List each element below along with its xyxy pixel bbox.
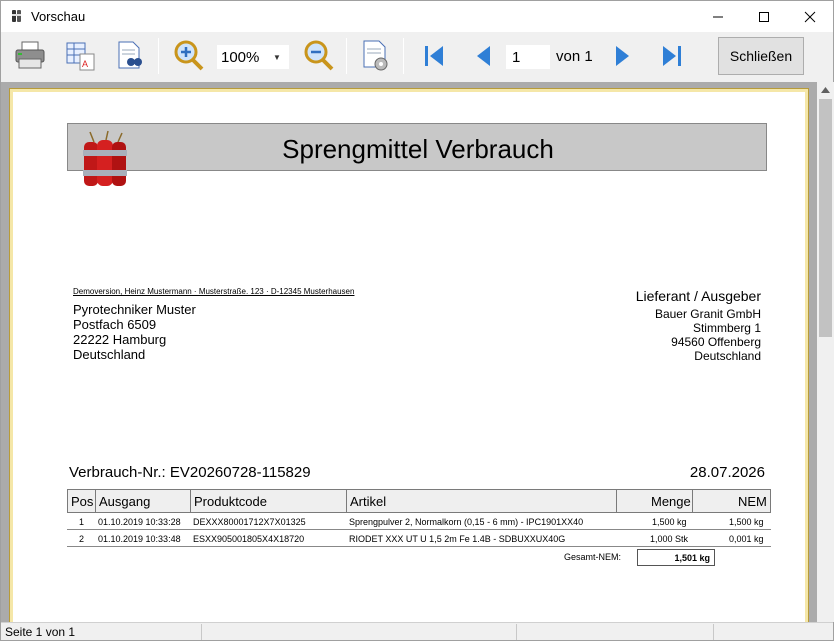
recipient-line: 22222 Hamburg	[73, 332, 167, 347]
col-artikel: Artikel	[350, 494, 387, 509]
prev-page-icon	[477, 46, 490, 66]
supplier-line: Deutschland	[694, 349, 761, 363]
page-frame: Sprengmittel Verbrauch Demoversion, Hein…	[9, 88, 809, 622]
toolbar-separator	[346, 38, 347, 74]
next-page-icon	[616, 46, 629, 66]
page-setup-icon	[363, 40, 388, 71]
cell-nem: 0,001 kg	[729, 534, 764, 544]
page-search-button[interactable]	[112, 38, 148, 74]
cell-artikel: RIODET XXX UT U 1,5 2m Fe 1.4B - SDBUXXU…	[349, 534, 566, 544]
page-number-input[interactable]: 1	[506, 45, 550, 69]
col-nem: NEM	[738, 494, 767, 509]
cell-menge: 1,500 kg	[652, 517, 687, 527]
recipient-line: Pyrotechniker Muster	[73, 302, 196, 317]
first-page-button[interactable]	[416, 38, 452, 74]
last-page-button[interactable]	[654, 38, 690, 74]
maximize-button[interactable]	[741, 1, 787, 32]
app-icon	[12, 10, 21, 22]
status-divider	[201, 624, 202, 640]
scrollbar-thumb[interactable]	[819, 99, 832, 337]
export-pdf-icon	[118, 41, 142, 69]
table-row: 1 01.10.2019 10:33:28 DEXXX80001712X7X01…	[67, 513, 771, 530]
recipient-address: Pyrotechniker Muster Postfach 6509 22222…	[73, 302, 196, 362]
report-page: Sprengmittel Verbrauch Demoversion, Hein…	[13, 92, 805, 622]
next-page-button[interactable]	[604, 38, 640, 74]
col-ausgang: Ausgang	[99, 494, 151, 509]
print-button[interactable]	[12, 38, 48, 74]
cell-produktcode: ESXX905001805X4X18720	[193, 534, 305, 544]
toolbar: A 100% ▼ 1 von 1 Schließen	[1, 32, 833, 82]
status-divider	[516, 624, 517, 640]
items-table: Pos Ausgang Produktcode Artikel Menge NE…	[67, 489, 771, 547]
zoom-select[interactable]: 100% ▼	[217, 45, 289, 69]
zoom-in-icon	[174, 40, 204, 71]
status-page-info: Seite 1 von 1	[5, 625, 76, 639]
col-produktcode: Produktcode	[194, 494, 267, 509]
supplier-line: 94560 Offenberg	[671, 335, 761, 349]
supplier-line: Stimmberg 1	[692, 321, 761, 335]
cell-pos: 2	[79, 534, 85, 544]
first-page-icon	[425, 46, 443, 66]
close-window-button[interactable]	[787, 1, 833, 32]
svg-text:A: A	[82, 59, 88, 69]
toolbar-separator	[403, 38, 404, 74]
page-count-label: von 1	[556, 48, 593, 65]
zoom-in-button[interactable]	[171, 38, 207, 74]
export-excel-icon: A	[66, 42, 95, 71]
cell-menge: 1,000 Stk	[650, 534, 689, 544]
consumption-number: Verbrauch-Nr.: EV20260728-115829	[69, 464, 311, 481]
preview-viewport[interactable]: Sprengmittel Verbrauch Demoversion, Hein…	[1, 82, 817, 622]
column-divider	[616, 490, 617, 512]
column-divider	[346, 490, 347, 512]
table-row: 2 01.10.2019 10:33:48 ESXX905001805X4X18…	[67, 530, 771, 547]
total-label: Gesamt-NEM:	[564, 552, 622, 562]
cell-artikel: Sprengpulver 2, Normalkorn (0,15 - 6 mm)…	[349, 517, 584, 527]
status-divider	[713, 624, 714, 640]
zoom-out-button[interactable]	[301, 38, 337, 74]
recipient-line: Postfach 6509	[73, 317, 157, 332]
vertical-scrollbar[interactable]	[817, 82, 834, 622]
total-value: 1,501 kg	[637, 549, 715, 566]
cell-produktcode: DEXXX80001712X7X01325	[193, 517, 306, 527]
prev-page-button[interactable]	[466, 38, 502, 74]
col-menge: Menge	[651, 494, 691, 509]
minimize-button[interactable]	[695, 1, 741, 32]
close-button[interactable]: Schließen	[718, 37, 804, 75]
last-page-icon	[663, 46, 681, 66]
column-divider	[95, 490, 96, 512]
title-bar: Vorschau	[1, 1, 833, 32]
zoom-out-icon	[304, 40, 334, 71]
col-pos: Pos	[71, 494, 94, 509]
status-bar: Seite 1 von 1	[1, 622, 833, 640]
cell-nem: 1,500 kg	[729, 517, 764, 527]
supplier-line: Bauer Granit GmbH	[654, 307, 761, 321]
report-header: Sprengmittel Verbrauch	[67, 123, 767, 171]
report-date: 28.07.2026	[689, 464, 765, 481]
dynamite-icon	[83, 130, 127, 186]
cell-pos: 1	[79, 517, 85, 527]
column-divider	[692, 490, 693, 512]
scroll-up-icon[interactable]	[821, 87, 830, 93]
supplier-heading: Lieferant / Ausgeber	[635, 288, 761, 304]
print-icon	[15, 41, 45, 69]
cell-ausgang: 01.10.2019 10:33:28	[98, 517, 181, 527]
recipient-line: Deutschland	[73, 347, 146, 362]
chevron-down-icon[interactable]: ▼	[273, 53, 281, 62]
page-setup-button[interactable]	[358, 38, 394, 74]
export-excel-button[interactable]: A	[63, 38, 99, 74]
preview-window: Vorschau A 100% ▼ 1 von 1 Schließen Spre…	[0, 0, 834, 641]
table-header: Pos Ausgang Produktcode Artikel Menge NE…	[67, 489, 771, 513]
sender-line: Demoversion, Heinz Mustermann · Musterst…	[73, 287, 355, 296]
cell-ausgang: 01.10.2019 10:33:48	[98, 534, 181, 544]
window-title: Vorschau	[31, 9, 86, 24]
supplier-address: Bauer Granit GmbH Stimmberg 1 94560 Offe…	[655, 307, 761, 363]
toolbar-separator	[158, 38, 159, 74]
column-divider	[190, 490, 191, 512]
zoom-value: 100%	[221, 48, 260, 66]
report-title: Sprengmittel Verbrauch	[282, 134, 554, 164]
